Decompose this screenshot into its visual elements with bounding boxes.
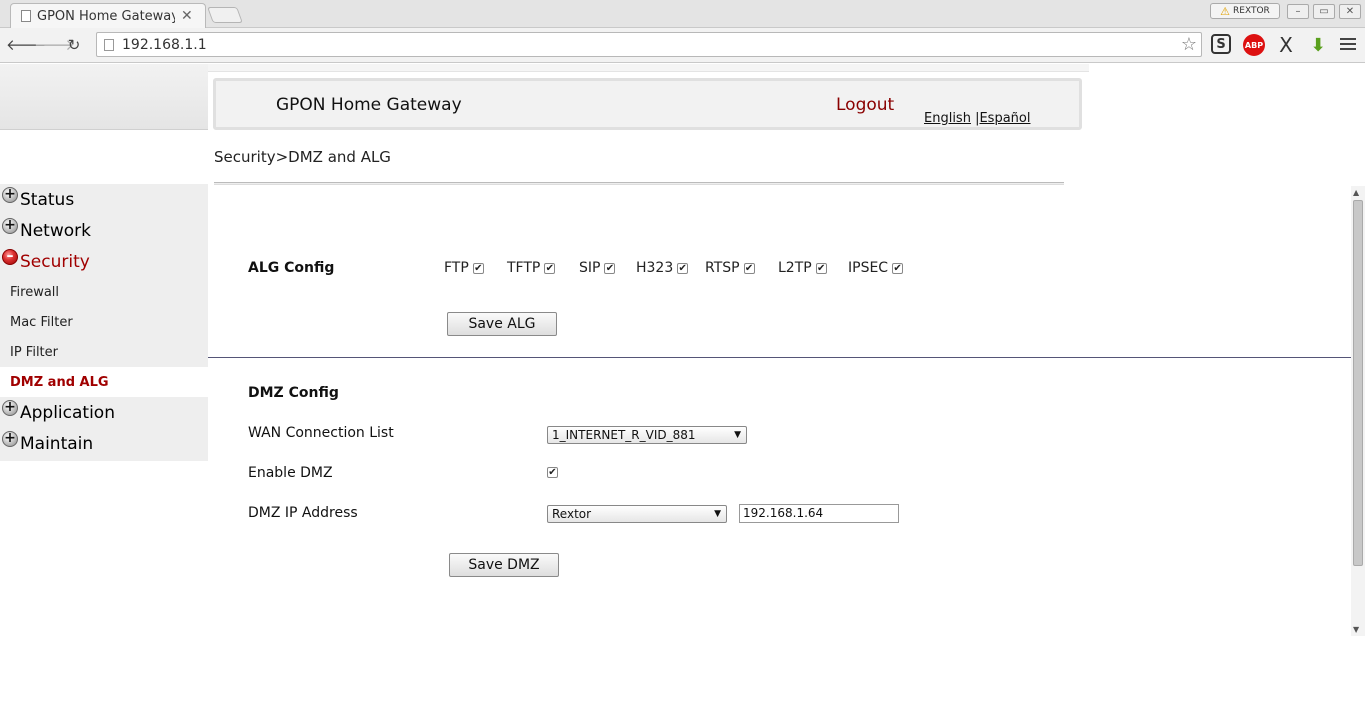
sidebar-item-dmz-alg[interactable]: DMZ and ALG [0, 367, 208, 397]
sidebar-item-security[interactable]: – Security [0, 246, 208, 277]
reload-icon[interactable]: ↻ [63, 34, 85, 56]
logout-link[interactable]: Logout [836, 95, 894, 115]
sip-checkbox[interactable]: ✔ [604, 262, 616, 274]
sidebar-item-firewall[interactable]: Firewall [0, 277, 208, 307]
new-tab-button[interactable] [207, 7, 243, 23]
document-icon [21, 10, 31, 22]
forward-icon[interactable]: 🡒 [34, 34, 74, 56]
dmz-ip-label: DMZ IP Address [248, 505, 358, 521]
l2tp-checkbox[interactable]: ✔ [815, 262, 827, 274]
back-icon[interactable]: 🡐 [6, 34, 46, 56]
dmz-ip-input[interactable]: 192.168.1.64 [739, 504, 899, 523]
scrollbar[interactable]: ▲ ▼ [1351, 186, 1365, 636]
address-bar[interactable]: ☆ [96, 32, 1202, 57]
wan-connection-select[interactable]: 1_INTERNET_R_VID_881 ▼ [547, 426, 747, 444]
breadcrumb-divider [214, 182, 1064, 185]
scrollbar-thumb[interactable] [1353, 200, 1363, 566]
minus-icon: – [2, 249, 18, 265]
sidebar: + Status + Network – Security Firewall M… [0, 130, 208, 461]
alg-ftp: FTP ✔ [444, 260, 484, 276]
tftp-checkbox[interactable]: ✔ [544, 262, 556, 274]
browser-menu-icon[interactable] [1340, 36, 1356, 52]
save-alg-button[interactable]: Save ALG [447, 312, 557, 336]
ipsec-checkbox[interactable]: ✔ [892, 262, 904, 274]
sidebar-item-ip-filter[interactable]: IP Filter [0, 337, 208, 367]
header-box: GPON Home Gateway Logout English |Españo… [213, 78, 1082, 130]
scroll-up-icon[interactable]: ▲ [1353, 188, 1359, 197]
save-dmz-button[interactable]: Save DMZ [449, 553, 559, 577]
x-extension-icon[interactable]: X [1275, 33, 1297, 57]
plus-icon: + [2, 187, 18, 203]
browser-toolbar: 🡐 🡒 ↻ ☆ S ABP X ⬇ [0, 28, 1365, 63]
router-page: GPON Home Gateway Logout English |Españo… [0, 64, 1365, 708]
dropdown-arrow-icon: ▼ [714, 509, 721, 519]
enable-dmz-label: Enable DMZ [248, 465, 333, 481]
window-close-button[interactable]: ✕ [1339, 4, 1361, 19]
gateway-title: GPON Home Gateway [276, 95, 462, 115]
maximize-button[interactable]: ▭ [1313, 4, 1335, 19]
rtsp-checkbox[interactable]: ✔ [743, 262, 755, 274]
scroll-down-icon[interactable]: ▼ [1353, 625, 1359, 634]
alg-l2tp: L2TP ✔ [778, 260, 827, 276]
alg-rtsp: RTSP ✔ [705, 260, 755, 276]
plus-icon: + [2, 431, 18, 447]
dmz-device-select[interactable]: Rextor ▼ [547, 505, 727, 523]
alg-ipsec: IPSEC ✔ [848, 260, 904, 276]
download-icon[interactable]: ⬇ [1307, 34, 1329, 56]
spanish-link[interactable]: Español [979, 111, 1030, 126]
sidebar-item-application[interactable]: + Application [0, 397, 208, 428]
profile-badge[interactable]: ⚠ REXTOR [1210, 3, 1280, 19]
tab-title: GPON Home Gateway [37, 8, 175, 24]
alg-h323: H323 ✔ [636, 260, 689, 276]
dmz-config-title: DMZ Config [248, 385, 339, 401]
minimize-button[interactable]: – [1287, 4, 1309, 19]
s-extension-icon[interactable]: S [1211, 34, 1231, 54]
warning-icon: ⚠ [1220, 4, 1231, 18]
adblock-icon[interactable]: ABP [1243, 34, 1265, 56]
url-input[interactable] [122, 36, 1162, 53]
alg-tftp: TFTP ✔ [507, 260, 556, 276]
alg-sip: SIP ✔ [579, 260, 616, 276]
section-divider [208, 357, 1351, 358]
ftp-checkbox[interactable]: ✔ [472, 262, 484, 274]
dropdown-arrow-icon: ▼ [734, 430, 741, 440]
bookmark-star-icon[interactable]: ☆ [1181, 34, 1197, 55]
sidebar-item-maintain[interactable]: + Maintain [0, 428, 208, 459]
page-icon [104, 38, 114, 51]
alg-config-title: ALG Config [248, 260, 335, 276]
sidebar-item-network[interactable]: + Network [0, 215, 208, 246]
breadcrumb: Security>DMZ and ALG [214, 148, 391, 166]
sidebar-item-status[interactable]: + Status [0, 184, 208, 215]
enable-dmz-checkbox[interactable]: ✔ [547, 467, 558, 478]
plus-icon: + [2, 218, 18, 234]
h323-checkbox[interactable]: ✔ [677, 262, 689, 274]
header-strip [208, 64, 1089, 72]
english-link[interactable]: English [924, 111, 971, 126]
sidebar-item-mac-filter[interactable]: Mac Filter [0, 307, 208, 337]
profile-name: REXTOR [1233, 6, 1270, 16]
browser-tab-bar: GPON Home Gateway ✕ ⚠ REXTOR – ▭ ✕ [0, 0, 1365, 28]
logo-area [0, 64, 208, 130]
tab-close-icon[interactable]: ✕ [181, 8, 193, 24]
language-switch: English |Español [924, 111, 1030, 126]
plus-icon: + [2, 400, 18, 416]
browser-tab[interactable]: GPON Home Gateway ✕ [10, 3, 206, 28]
wan-connection-label: WAN Connection List [248, 425, 394, 441]
